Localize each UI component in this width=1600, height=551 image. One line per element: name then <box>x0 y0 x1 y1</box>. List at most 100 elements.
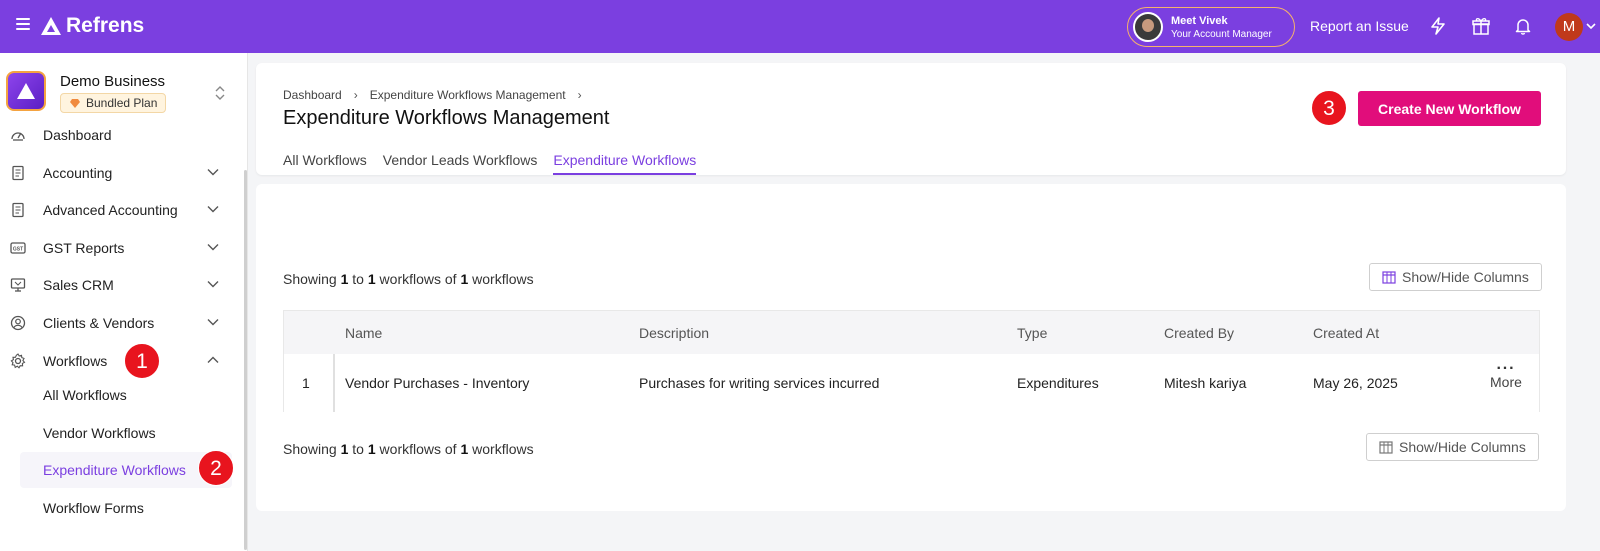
sidebar-subitem-label: Expenditure Workflows <box>43 462 186 478</box>
business-logo-icon <box>17 83 35 99</box>
showing-prefix: Showing <box>283 441 337 457</box>
workflow-name[interactable]: Vendor Purchases - Inventory <box>345 375 529 391</box>
user-circle-icon <box>10 315 26 331</box>
gift-icon[interactable] <box>1471 16 1491 36</box>
sidebar-item-clients-vendors[interactable]: Clients & Vendors <box>0 305 240 341</box>
sidebar-item-label: Dashboard <box>43 127 112 143</box>
workflows-panel: Showing 1 to 1 workflows of 1 workflows … <box>256 184 1566 511</box>
breadcrumb-dashboard[interactable]: Dashboard <box>283 88 342 102</box>
chevron-right-icon: › <box>353 88 358 102</box>
columns-icon <box>1379 440 1393 454</box>
menu-icon[interactable] <box>16 18 30 30</box>
show-hide-columns-button[interactable]: Show/Hide Columns <box>1366 433 1539 461</box>
showing-to-word: to <box>352 441 364 457</box>
sidebar-item-sales-crm[interactable]: Sales CRM <box>0 267 240 303</box>
bell-icon[interactable] <box>1513 16 1533 36</box>
showing-to: 1 <box>367 441 376 457</box>
lightning-icon[interactable] <box>1428 16 1448 36</box>
business-logo <box>6 71 46 111</box>
expand-collapse-icon[interactable] <box>214 85 226 101</box>
showing-total: 1 <box>460 441 469 457</box>
dashboard-icon <box>11 132 25 141</box>
refrens-logo-icon <box>41 17 61 35</box>
showing-total: 1 <box>460 271 469 287</box>
svg-text:GST: GST <box>13 247 23 253</box>
showing-from: 1 <box>340 441 349 457</box>
column-header-created-by[interactable]: Created By <box>1164 325 1234 341</box>
column-header-created-at[interactable]: Created At <box>1313 325 1379 341</box>
account-manager-button[interactable]: Meet Vivek Your Account Manager <box>1127 7 1295 47</box>
show-hide-columns-label: Show/Hide Columns <box>1399 439 1526 455</box>
breadcrumb-expenditure-workflows-management[interactable]: Expenditure Workflows Management <box>370 88 566 102</box>
brand-name: Refrens <box>66 14 145 37</box>
sidebar-item-label: Clients & Vendors <box>43 315 155 331</box>
gear-icon <box>10 353 26 369</box>
report-issue-link[interactable]: Report an Issue <box>1310 18 1409 34</box>
business-switcher[interactable]: Demo Business Bundled Plan <box>6 71 240 113</box>
plan-label: Bundled Plan <box>86 96 158 110</box>
showing-to-word: to <box>352 271 364 287</box>
page-header: Dashboard › Expenditure Workflows Manage… <box>256 63 1566 175</box>
tab-expenditure-workflows[interactable]: Expenditure Workflows <box>553 152 697 175</box>
workflows-table: Name Description Type Created By Created… <box>283 310 1540 412</box>
chevron-down-icon <box>207 319 219 326</box>
page-title: Expenditure Workflows Management <box>283 107 610 129</box>
sidebar-item-accounting[interactable]: Accounting <box>0 155 240 191</box>
chevron-down-icon[interactable] <box>1586 22 1596 30</box>
create-new-workflow-button[interactable]: Create New Workflow <box>1358 91 1541 126</box>
showing-summary-top: Showing 1 to 1 workflows of 1 workflows <box>283 271 534 287</box>
show-hide-columns-button[interactable]: Show/Hide Columns <box>1369 263 1542 291</box>
chevron-right-icon: › <box>577 88 582 102</box>
sidebar-item-label: Advanced Accounting <box>43 202 178 218</box>
sidebar-item-workflows[interactable]: Workflows <box>0 343 240 379</box>
plan-badge: Bundled Plan <box>60 93 167 113</box>
document-icon <box>12 202 24 218</box>
showing-of-word: workflows of <box>379 441 457 457</box>
sidebar-item-label: Accounting <box>43 165 113 181</box>
brand-logo[interactable]: Refrens <box>40 14 144 38</box>
breadcrumb: Dashboard › Expenditure Workflows Manage… <box>283 88 594 102</box>
chevron-down-icon <box>207 169 219 176</box>
sidebar-item-label: Workflows <box>43 353 108 369</box>
row-index: 1 <box>302 375 310 391</box>
gst-icon: GST <box>10 242 26 254</box>
manager-avatar <box>1133 12 1163 42</box>
sidebar-subitem-workflow-forms[interactable]: Workflow Forms <box>20 490 232 526</box>
chevron-down-icon <box>207 206 219 213</box>
table-row[interactable]: 1 Vendor Purchases - Inventory Purchases… <box>284 354 1539 412</box>
sidebar-subitem-label: Vendor Workflows <box>43 425 156 441</box>
column-divider <box>333 354 335 412</box>
more-dots-icon: ··· <box>1496 360 1516 377</box>
sidebar-item-label: Sales CRM <box>43 277 114 293</box>
top-bar: Refrens Meet Vivek Your Account Manager … <box>0 0 1600 53</box>
showing-summary-bottom: Showing 1 to 1 workflows of 1 workflows <box>283 441 534 457</box>
manager-name: Meet Vivek <box>1171 14 1228 27</box>
workflow-created-at: May 26, 2025 <box>1313 375 1398 391</box>
sidebar-subitem-vendor-workflows[interactable]: Vendor Workflows <box>20 415 232 451</box>
sidebar: Demo Business Bundled Plan Dashboard Acc… <box>0 53 248 551</box>
tab-vendor-leads-workflows[interactable]: Vendor Leads Workflows <box>383 152 538 175</box>
showing-of-word: workflows of <box>379 271 457 287</box>
tab-all-workflows[interactable]: All Workflows <box>283 152 367 175</box>
column-header-description[interactable]: Description <box>639 325 709 341</box>
row-more-button[interactable]: ··· More <box>1490 360 1522 391</box>
sidebar-subitem-label: Workflow Forms <box>43 500 144 516</box>
sidebar-item-dashboard[interactable]: Dashboard <box>0 117 240 153</box>
user-avatar[interactable]: M <box>1555 13 1583 41</box>
manager-role: Your Account Manager <box>1171 28 1272 40</box>
workflow-created-by: Mitesh kariya <box>1164 375 1247 391</box>
sidebar-item-advanced-accounting[interactable]: Advanced Accounting <box>0 192 240 228</box>
workflow-type: Expenditures <box>1017 375 1099 391</box>
column-header-name[interactable]: Name <box>345 325 382 341</box>
show-hide-columns-label: Show/Hide Columns <box>1402 269 1529 285</box>
sidebar-scrollbar[interactable] <box>244 170 247 550</box>
column-header-type[interactable]: Type <box>1017 325 1047 341</box>
showing-to: 1 <box>367 271 376 287</box>
chevron-up-icon <box>207 356 219 363</box>
sidebar-item-label: GST Reports <box>43 240 125 256</box>
columns-icon <box>1382 270 1396 284</box>
step-marker-3: 3 <box>1311 90 1347 126</box>
sidebar-item-gst-reports[interactable]: GST GST Reports <box>0 230 240 266</box>
showing-prefix: Showing <box>283 271 337 287</box>
sidebar-subitem-all-workflows[interactable]: All Workflows <box>20 377 232 413</box>
